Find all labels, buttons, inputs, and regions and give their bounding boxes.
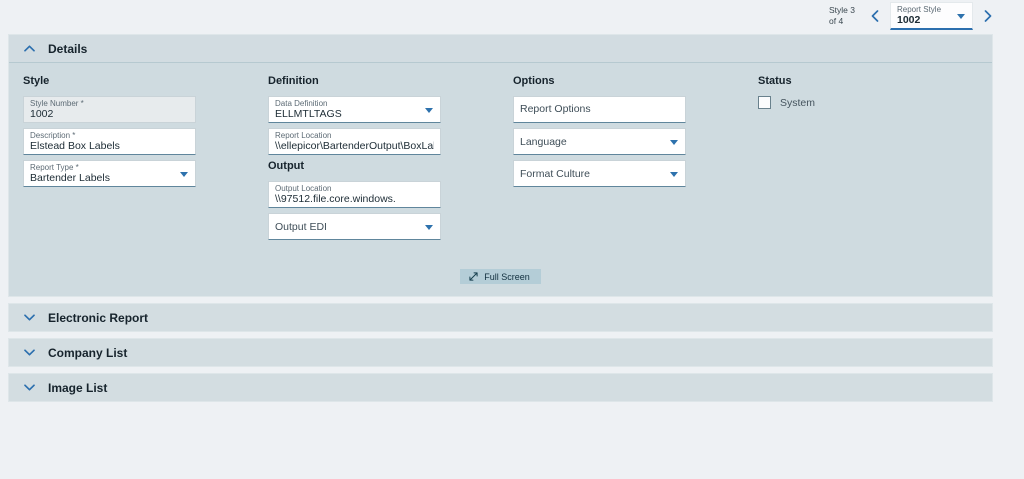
fullscreen-row: Full Screen — [23, 269, 978, 284]
report-location-field[interactable]: Report Location — [268, 128, 441, 155]
options-group-title: Options — [513, 75, 555, 87]
top-bar: Style 3 of 4 Report Style 1002 — [0, 0, 1024, 34]
language-placeholder: Language — [520, 135, 567, 148]
status-group-title: Status — [758, 75, 792, 87]
company-list-section-header[interactable]: Company List — [8, 338, 993, 367]
pager-line2: of 4 — [829, 16, 844, 26]
output-group-title: Output — [268, 160, 305, 172]
output-location-label: Output Location — [275, 184, 332, 193]
chevron-left-icon — [871, 10, 879, 22]
format-culture-placeholder: Format Culture — [520, 167, 591, 180]
data-definition-select[interactable]: Data Definition ELLMTLTAGS — [268, 96, 441, 123]
page: Style 3 of 4 Report Style 1002 Details S… — [0, 0, 1024, 479]
details-section-title: Details — [48, 41, 88, 56]
dropdown-arrow-icon — [425, 224, 433, 230]
system-checkbox[interactable] — [758, 96, 771, 109]
report-style-select[interactable]: Report Style 1002 — [890, 2, 973, 30]
chevron-right-icon — [984, 10, 992, 22]
definition-group: Definition Data Definition ELLMTLTAGS Re… — [268, 71, 441, 245]
chevron-down-icon — [24, 314, 35, 321]
report-options-field[interactable] — [513, 96, 686, 123]
details-columns: Style Style Number * Description * Repor… — [23, 71, 992, 245]
report-location-input[interactable] — [275, 140, 434, 153]
report-options-input[interactable] — [520, 103, 679, 116]
record-navigator: Style 3 of 4 Report Style 1002 — [829, 2, 996, 30]
style-group-title: Style — [23, 75, 50, 87]
output-location-input[interactable] — [275, 193, 434, 206]
style-number-field: Style Number * — [23, 96, 196, 123]
system-checkbox-row[interactable]: System — [758, 96, 918, 109]
format-culture-select[interactable]: Format Culture — [513, 160, 686, 187]
data-definition-value: ELLMTLTAGS — [275, 108, 342, 121]
pager-line1: Style 3 — [829, 4, 855, 15]
report-type-label: Report Type * — [30, 163, 79, 172]
expand-icon — [469, 272, 478, 281]
image-list-title: Image List — [48, 380, 108, 395]
style-number-label: Style Number * — [30, 99, 84, 108]
definition-group-title: Definition — [268, 75, 319, 87]
image-list-section-header[interactable]: Image List — [8, 373, 993, 402]
description-label: Description * — [30, 131, 76, 140]
details-body: Style Style Number * Description * Repor… — [9, 63, 992, 296]
report-location-label: Report Location — [275, 131, 332, 140]
details-section: Details Style Style Number * Description… — [8, 34, 993, 297]
output-edi-select[interactable]: Output EDI — [268, 213, 441, 240]
chevron-up-icon — [24, 45, 35, 52]
report-type-select[interactable]: Report Type * Bartender Labels — [23, 160, 196, 187]
report-type-value: Bartender Labels — [30, 172, 110, 185]
dropdown-arrow-icon — [670, 171, 678, 177]
language-select[interactable]: Language — [513, 128, 686, 155]
output-location-field[interactable]: Output Location — [268, 181, 441, 208]
style-group: Style Style Number * Description * Repor… — [23, 71, 196, 192]
status-group: Status System — [758, 71, 918, 109]
electronic-report-section-header[interactable]: Electronic Report — [8, 303, 993, 332]
dropdown-arrow-icon — [957, 13, 965, 19]
next-record-button[interactable] — [980, 6, 996, 26]
company-list-title: Company List — [48, 345, 128, 360]
description-field[interactable]: Description * — [23, 128, 196, 155]
data-definition-label: Data Definition — [275, 99, 328, 108]
chevron-down-icon — [24, 384, 35, 391]
system-checkbox-label: System — [780, 96, 816, 109]
electronic-report-title: Electronic Report — [48, 310, 149, 325]
style-number-input — [30, 108, 189, 121]
options-group: Options Language Format Culture — [513, 71, 686, 192]
full-screen-button[interactable]: Full Screen — [460, 269, 541, 284]
full-screen-label: Full Screen — [484, 271, 530, 282]
dropdown-arrow-icon — [670, 139, 678, 145]
details-section-header[interactable]: Details — [9, 35, 992, 63]
dropdown-arrow-icon — [180, 171, 188, 177]
previous-record-button[interactable] — [867, 6, 883, 26]
chevron-down-icon — [24, 349, 35, 356]
output-edi-placeholder: Output EDI — [275, 220, 327, 233]
dropdown-arrow-icon — [425, 107, 433, 113]
description-input[interactable] — [30, 140, 189, 153]
record-pager: Style 3 of 4 — [829, 5, 855, 27]
